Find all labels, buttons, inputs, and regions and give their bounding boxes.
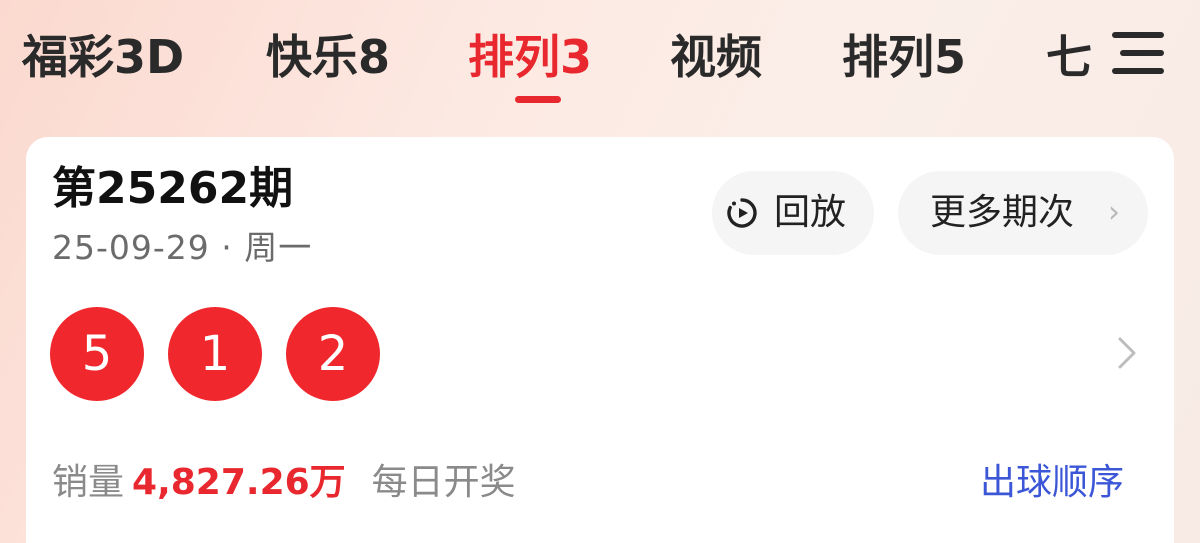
replay-button[interactable]: 回放 — [712, 171, 874, 255]
draw-date: 25-09-29 · 周一 — [52, 228, 313, 267]
tab-pailie-5[interactable]: 排列5 — [842, 22, 966, 92]
sales-amount: 4,827.26万 — [132, 462, 346, 503]
number-ball: 1 — [168, 307, 262, 401]
lottery-tab-bar: 福彩3D 快乐8 排列3 视频 排列5 七 — [0, 0, 1200, 120]
active-tab-indicator — [515, 96, 561, 103]
tab-pailie-3[interactable]: 排列3 — [468, 22, 592, 92]
number-ball: 2 — [286, 307, 380, 401]
sales-info: 销量 4,827.26万 每日开奖 — [52, 455, 516, 511]
tab-video[interactable]: 视频 — [670, 22, 762, 92]
more-issues-button[interactable]: 更多期次 › — [898, 171, 1148, 255]
replay-icon — [727, 198, 757, 228]
tab-overflow: 七 — [1040, 0, 1100, 110]
chevron-right-icon: › — [1108, 195, 1120, 230]
draw-frequency: 每日开奖 — [371, 462, 516, 503]
number-ball: 5 — [50, 307, 144, 401]
replay-label: 回放 — [774, 192, 847, 233]
tab-kuaile-8[interactable]: 快乐8 — [266, 22, 390, 92]
chevron-right-icon[interactable] — [1114, 331, 1142, 375]
menu-icon[interactable] — [1112, 30, 1164, 76]
issue-number: 第25262期 — [52, 163, 294, 214]
ball-order-link[interactable]: 出球顺序 — [980, 455, 1124, 511]
more-issues-label: 更多期次 — [930, 192, 1075, 233]
sales-label: 销量 — [52, 462, 125, 503]
tab-qi-partial[interactable]: 七 — [1046, 22, 1092, 92]
tab-fucai-3d[interactable]: 福彩3D — [22, 22, 184, 92]
draw-result-card: 第25262期 25-09-29 · 周一 回放 更多期次 › 5 1 2 销量… — [26, 137, 1174, 543]
